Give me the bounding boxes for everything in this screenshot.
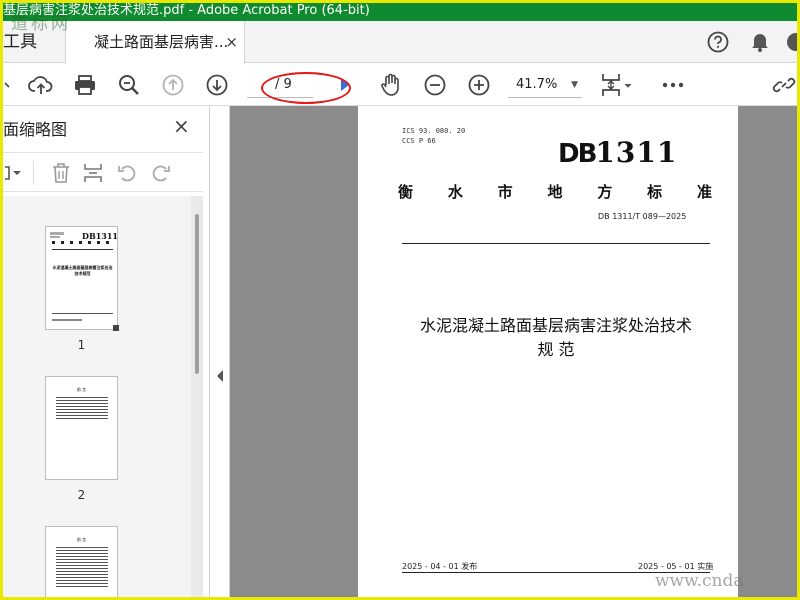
standard-number: DB 1311/T 089—2025 [598,212,687,221]
acrobat-window: 基层病害注浆处治技术规范.pdf - Adobe Acrobat Pro (64… [3,3,797,597]
more-options-icon[interactable] [659,71,687,99]
page-total-label: / 9 [275,77,292,92]
db-letters: DB [558,139,597,169]
toolbar-overflow-arrow-icon[interactable] [3,71,13,99]
thumb-rule [52,249,113,250]
thumb-ics-line [50,232,64,235]
standard-name-char: 市 [497,183,513,201]
thumb-ccs-line [50,236,60,238]
tab-document[interactable]: 凝土路面基层病害... × [65,21,245,64]
help-icon[interactable] [705,29,731,55]
thumbnail-scrollbar-thumb[interactable] [195,214,199,374]
thumb3-heading: 前 言 [76,537,87,542]
panel-collapse-strip[interactable] [210,106,230,597]
thumb-db-mark: DB1311 [82,231,118,241]
page-pointer-arrow-icon [337,71,353,99]
thumbnail-list: DB1311 水泥混凝土路面基层病害注浆处治技术规范 1 前 言 2 前 言 [3,196,203,597]
zoom-out-icon[interactable] [421,71,449,99]
main-toolbar: / 9 41.7% ▼ [3,64,797,106]
document-title-line-2: 规 范 [537,340,575,359]
standard-name-char: 标 [647,183,663,201]
ics-classification: ICS 93. 080. 20 CCS P 66 [402,126,465,146]
print-icon[interactable] [71,71,99,99]
standard-name-char: 衡 [398,183,414,201]
panel-title: 面缩略图 [3,120,68,139]
link-icon[interactable] [771,71,797,99]
tab-document-label: 凝土路面基层病害... [94,33,229,51]
rotate-left-icon[interactable] [115,161,139,185]
standard-name-char: 水 [447,183,463,201]
thumb-corner-mark [113,325,119,331]
tab-close-icon[interactable]: × [225,21,238,63]
delete-page-icon[interactable] [49,161,73,185]
thumbnail-page-1[interactable]: DB1311 水泥混凝土路面基层病害注浆处治技术规范 [45,226,119,331]
db-number: 1311 [595,136,678,169]
window-title: 基层病害注浆处治技术规范.pdf - Adobe Acrobat Pro (64… [3,3,797,21]
zoom-search-icon[interactable] [115,71,143,99]
thumb2-text-lines [56,397,108,419]
panel-options-dropdown-icon[interactable] [3,161,25,185]
thumb-standard-name [52,241,113,244]
zoom-level-select[interactable]: 41.7% ▼ [508,72,582,98]
thumb2-heading: 前 言 [76,387,87,392]
standard-name-char: 方 [597,183,613,201]
ccs-line: CCS P 66 [402,137,436,145]
zoom-level-value: 41.7% [516,77,558,92]
document-viewport[interactable]: ICS 93. 080. 20 CCS P 66 DB1311 衡 水 市 地 … [230,106,797,597]
thumbnail-page-3[interactable]: 前 言 [45,526,118,597]
collapse-arrow-icon[interactable] [217,370,223,382]
account-icon[interactable] [785,29,797,55]
thumb-title: 水泥混凝土路面基层病害注浆处治技术规范 [52,265,113,276]
header-rule [402,243,710,244]
upload-cloud-icon[interactable] [27,71,55,99]
page-current-input[interactable] [253,77,271,93]
hand-tool-icon[interactable] [377,71,405,99]
tab-bar: 工具 凝土路面基层病害... × [3,21,797,64]
document-page-1: ICS 93. 080. 20 CCS P 66 DB1311 衡 水 市 地 … [358,106,738,597]
db-standard-mark: DB1311 [558,136,677,169]
watermark-bottom: www.cnda [655,571,744,591]
ics-line: ICS 93. 080. 20 [402,127,466,135]
zoom-in-icon[interactable] [465,71,493,99]
page-fit-icon[interactable] [599,71,635,99]
watermark-top: 道标网 [11,14,71,34]
page-thumbnails-panel: 面缩略图 × DB1311 水泥混凝土路面基层病害注浆处治技术规范 1 前 言 … [3,106,210,597]
panel-close-icon[interactable]: × [173,114,190,138]
thumb-bottom-rule [52,313,113,314]
thumb-publisher-line [52,319,82,321]
thumb3-text-lines [56,547,108,587]
previous-page-icon[interactable] [159,71,187,99]
document-title-line-1: 水泥混凝土路面基层病害注浆处治技术 [419,316,692,335]
standard-name: 衡 水 市 地 方 标 准 [398,181,712,202]
panel-toolbar-divider [33,161,34,185]
panel-toolbar [3,152,203,192]
chevron-down-icon: ▼ [571,80,578,90]
issue-date: 2025 - 04 - 01 发布 [402,562,478,571]
thumbnail-page-2[interactable]: 前 言 [45,376,118,480]
next-page-icon[interactable] [203,71,231,99]
standard-name-char: 地 [547,183,563,201]
page-number-field[interactable]: / 9 [247,72,313,98]
bell-icon[interactable] [747,29,773,55]
thumbnail-number-2: 2 [77,488,86,502]
insert-page-icon[interactable] [81,161,105,185]
standard-name-char: 准 [696,183,712,201]
rotate-right-icon[interactable] [149,161,173,185]
thumbnail-number-1: 1 [77,338,86,352]
document-title: 水泥混凝土路面基层病害注浆处治技术 规 范 [398,314,714,362]
